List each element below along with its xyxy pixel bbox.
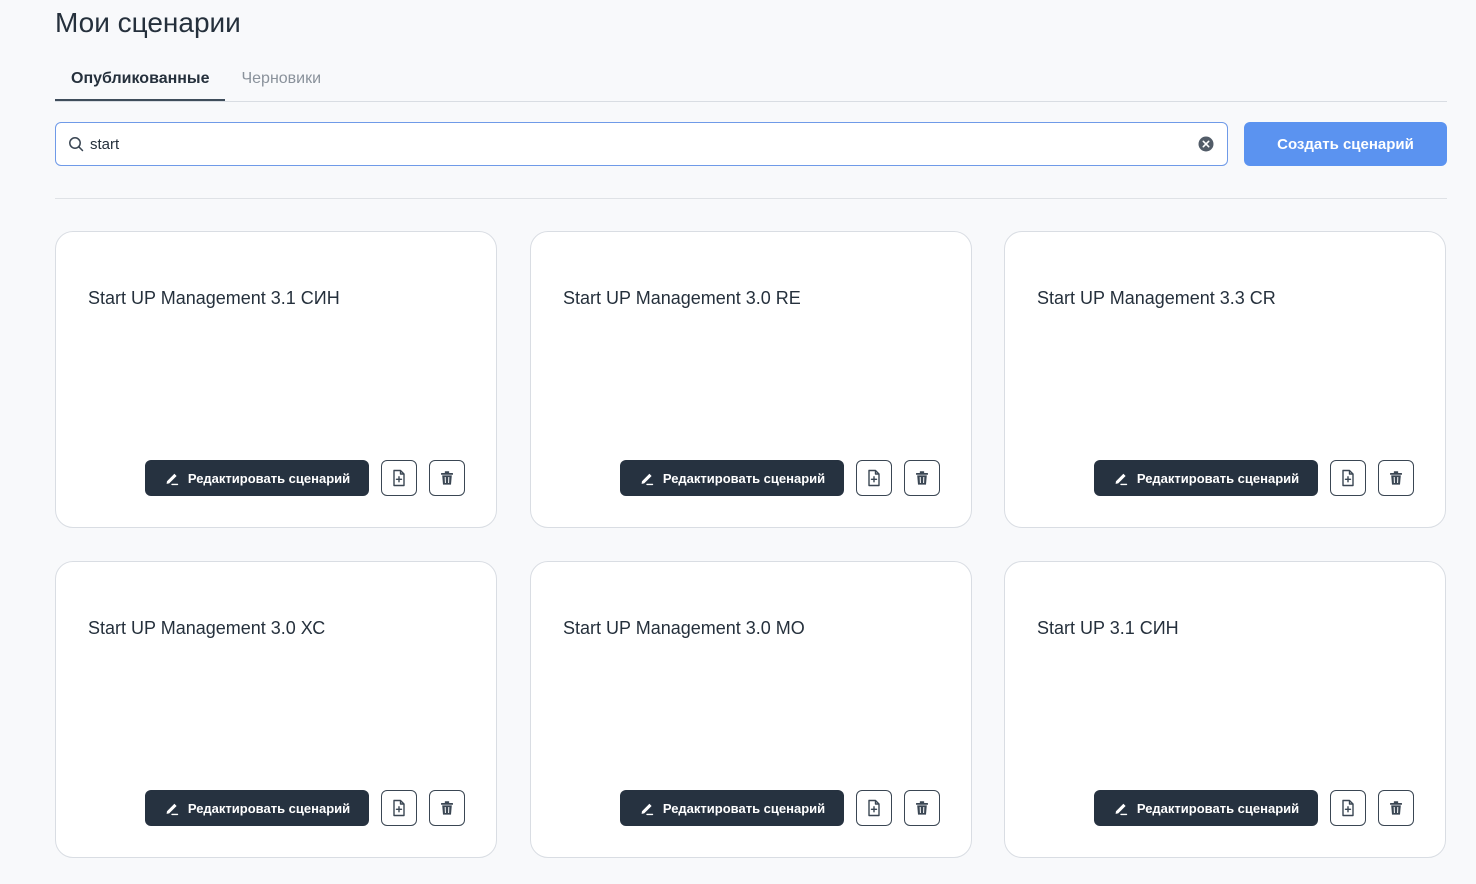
scenario-card: Start UP 3.1 СИН Редактировать сценарий: [1004, 561, 1446, 858]
page-title: Мои сценарии: [55, 7, 241, 38]
scenario-card: Start UP Management 3.0 МО Редактировать…: [530, 561, 972, 858]
edit-scenario-button[interactable]: Редактировать сценарий: [1094, 790, 1318, 826]
clear-icon[interactable]: [1197, 135, 1215, 153]
copy-scenario-button[interactable]: [1330, 790, 1366, 826]
tab-drafts[interactable]: Черновики: [225, 58, 337, 100]
pencil-icon: [639, 800, 655, 816]
delete-scenario-button[interactable]: [429, 790, 465, 826]
trash-icon: [439, 800, 455, 816]
copy-scenario-button[interactable]: [856, 460, 892, 496]
trash-icon: [1388, 470, 1404, 486]
delete-scenario-button[interactable]: [1378, 790, 1414, 826]
edit-scenario-label: Редактировать сценарий: [662, 800, 826, 816]
copy-scenario-button[interactable]: [856, 790, 892, 826]
search-icon: [68, 136, 84, 152]
edit-scenario-button[interactable]: Редактировать сценарий: [145, 790, 369, 826]
scenario-title: Start UP Management 3.0 RE: [563, 288, 801, 308]
file-add-icon: [1340, 799, 1356, 817]
edit-scenario-button[interactable]: Редактировать сценарий: [620, 460, 844, 496]
scenario-title: Start UP Management 3.3 CR: [1037, 288, 1276, 308]
edit-scenario-button[interactable]: Редактировать сценарий: [145, 460, 369, 496]
scenario-card: Start UP Management 3.1 СИН Редактироват…: [55, 231, 497, 528]
file-add-icon: [391, 799, 407, 817]
edit-scenario-button[interactable]: Редактировать сценарий: [1094, 460, 1318, 496]
trash-icon: [914, 800, 930, 816]
pencil-icon: [1113, 470, 1129, 486]
tab-published[interactable]: Опубликованные: [55, 58, 226, 101]
divider: [55, 198, 1447, 199]
scenario-title: Start UP Management 3.0 МО: [563, 618, 805, 638]
edit-scenario-label: Редактировать сценарий: [1136, 470, 1300, 486]
scenario-title: Start UP 3.1 СИН: [1037, 618, 1179, 638]
delete-scenario-button[interactable]: [904, 790, 940, 826]
tabs: Опубликованные Черновики: [55, 58, 1447, 102]
scenario-card: Start UP Management 3.0 ХС Редактировать…: [55, 561, 497, 858]
trash-icon: [1388, 800, 1404, 816]
scenario-title: Start UP Management 3.1 СИН: [88, 288, 340, 308]
file-add-icon: [391, 469, 407, 487]
pencil-icon: [639, 470, 655, 486]
edit-scenario-label: Редактировать сценарий: [187, 800, 351, 816]
delete-scenario-button[interactable]: [1378, 460, 1414, 496]
edit-scenario-label: Редактировать сценарий: [662, 470, 826, 486]
trash-icon: [914, 470, 930, 486]
edit-scenario-label: Редактировать сценарий: [187, 470, 351, 486]
file-add-icon: [866, 469, 882, 487]
trash-icon: [439, 470, 455, 486]
scenario-card: Start UP Management 3.0 RE Редактировать…: [530, 231, 972, 528]
file-add-icon: [866, 799, 882, 817]
scenario-title: Start UP Management 3.0 ХС: [88, 618, 326, 638]
copy-scenario-button[interactable]: [381, 460, 417, 496]
edit-scenario-button[interactable]: Редактировать сценарий: [620, 790, 844, 826]
create-scenario-button[interactable]: Создать сценарий: [1244, 122, 1447, 166]
pencil-icon: [164, 470, 180, 486]
scenario-card: Start UP Management 3.3 CR Редактировать…: [1004, 231, 1446, 528]
pencil-icon: [164, 800, 180, 816]
edit-scenario-label: Редактировать сценарий: [1136, 800, 1300, 816]
delete-scenario-button[interactable]: [429, 460, 465, 496]
file-add-icon: [1340, 469, 1356, 487]
search-box: [55, 122, 1228, 166]
copy-scenario-button[interactable]: [381, 790, 417, 826]
delete-scenario-button[interactable]: [904, 460, 940, 496]
search-input[interactable]: [90, 124, 1197, 164]
copy-scenario-button[interactable]: [1330, 460, 1366, 496]
pencil-icon: [1113, 800, 1129, 816]
